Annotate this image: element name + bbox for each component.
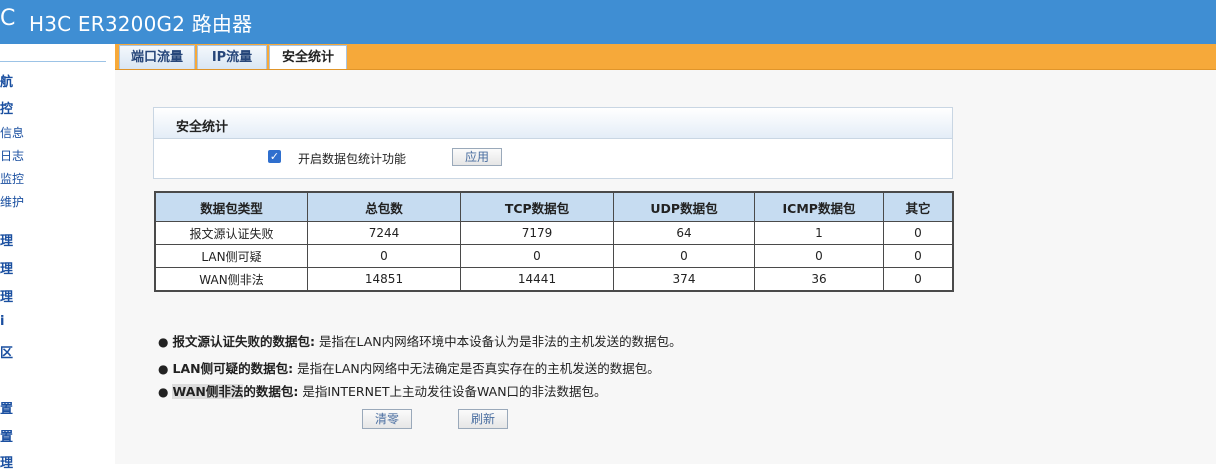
cell-icmp: 36 (754, 267, 884, 292)
sidebar-item-monitoring[interactable]: 监控 (0, 170, 24, 187)
top-header-bar: C H3C ER3200G2 路由器 (0, 0, 1216, 44)
sidebar-divider (0, 61, 106, 62)
packet-stats-table: 数据包类型 总包数 TCP数据包 UDP数据包 ICMP数据包 其它 报文源认证… (154, 191, 954, 292)
cell-other: 0 (883, 267, 954, 292)
table-header-row: 数据包类型 总包数 TCP数据包 UDP数据包 ICMP数据包 其它 (154, 191, 954, 222)
note-text: 是指在LAN内网络中无法确定是否真实存在的主机发送的数据包。 (293, 361, 660, 376)
cell-tcp: 14441 (460, 267, 614, 292)
note-term: 的数据包: (243, 384, 299, 399)
cell-icmp: 0 (754, 244, 884, 268)
security-stats-panel: 安全统计 ✓ 开启数据包统计功能 应用 (153, 107, 953, 179)
sidebar-item-wifi[interactable]: i (0, 314, 4, 329)
sidebar-item-config-1[interactable]: 置 (0, 398, 13, 417)
table-row: LAN侧可疑 0 0 0 0 0 (154, 244, 954, 268)
sidebar-item-mgmt-4[interactable]: 理 (0, 452, 13, 471)
bullet-icon: ● (158, 385, 169, 399)
tab-strip: 端口流量 IP流量 安全统计 (115, 44, 1216, 70)
sidebar-item-mgmt-1[interactable]: 理 (0, 230, 13, 249)
app-title: H3C ER3200G2 路由器 (29, 12, 253, 36)
cell-type: 报文源认证失败 (154, 221, 308, 245)
cell-total: 7244 (307, 221, 461, 245)
enable-stats-label: 开启数据包统计功能 (298, 152, 407, 166)
tab-security-stats[interactable]: 安全统计 (269, 45, 347, 69)
bullet-icon: ● (158, 362, 169, 376)
note-text: 是指INTERNET上主动发往设备WAN口的非法数据包。 (298, 384, 607, 399)
panel-title: 安全统计 (176, 120, 229, 135)
sidebar-item-config-2[interactable]: 置 (0, 426, 13, 445)
apply-button[interactable]: 应用 (452, 148, 502, 166)
note-wan-illegal: ● WAN侧非法的数据包: 是指INTERNET上主动发往设备WAN口的非法数据包… (158, 381, 607, 400)
col-header-type: 数据包类型 (154, 191, 308, 222)
table-row: WAN侧非法 14851 14441 374 36 0 (154, 267, 954, 292)
logo-fragment: C (0, 6, 16, 31)
sidebar-item-nav[interactable]: 航 (0, 71, 13, 90)
cell-udp: 374 (613, 267, 755, 292)
sidebar-item-log[interactable]: 日志 (0, 147, 24, 164)
cell-total: 0 (307, 244, 461, 268)
cell-tcp: 0 (460, 244, 614, 268)
col-header-udp: UDP数据包 (613, 191, 755, 222)
sidebar-item-maintain[interactable]: 维护 (0, 193, 24, 210)
enable-stats-checkbox[interactable]: ✓ (268, 150, 281, 163)
sidebar-nav: 航 控 信息 日志 监控 维护 理 理 理 i 区 置 置 理 (0, 44, 116, 471)
col-header-other: 其它 (883, 191, 954, 222)
table-row: 报文源认证失败 7244 7179 64 1 0 (154, 221, 954, 245)
sidebar-item-mgmt-3[interactable]: 理 (0, 286, 13, 305)
cell-type: LAN侧可疑 (154, 244, 308, 268)
cell-tcp: 7179 (460, 221, 614, 245)
col-header-tcp: TCP数据包 (460, 191, 614, 222)
cell-udp: 64 (613, 221, 755, 245)
tab-port-traffic[interactable]: 端口流量 (119, 45, 195, 69)
sidebar-item-mgmt-2[interactable]: 理 (0, 258, 13, 277)
cell-other: 0 (883, 244, 954, 268)
sidebar-item-zone[interactable]: 区 (0, 342, 13, 361)
note-lan-suspicious: ● LAN侧可疑的数据包: 是指在LAN内网络中无法确定是否真实存在的主机发送的数… (158, 358, 660, 377)
col-header-total: 总包数 (307, 191, 461, 222)
refresh-button[interactable]: 刷新 (458, 409, 508, 429)
cell-other: 0 (883, 221, 954, 245)
main-content: 安全统计 ✓ 开启数据包统计功能 应用 数据包类型 总包数 TCP数据包 UDP… (115, 70, 1216, 464)
panel-header: 安全统计 (154, 108, 952, 139)
col-header-icmp: ICMP数据包 (754, 191, 884, 222)
sidebar-item-monitor[interactable]: 控 (0, 98, 13, 117)
cell-udp: 0 (613, 244, 755, 268)
tab-ip-traffic[interactable]: IP流量 (197, 45, 267, 69)
note-term: 报文源认证失败的数据包: (172, 334, 315, 349)
bullet-icon: ● (158, 335, 169, 349)
note-auth-failed: ● 报文源认证失败的数据包: 是指在LAN内网络环境中本设备认为是非法的主机发送的… (158, 331, 682, 350)
sidebar-item-info[interactable]: 信息 (0, 124, 24, 141)
note-term-highlight: WAN侧非法 (172, 384, 244, 399)
cell-total: 14851 (307, 267, 461, 292)
cell-type: WAN侧非法 (154, 267, 308, 292)
note-term: LAN侧可疑的数据包: (172, 361, 294, 376)
note-text: 是指在LAN内网络环境中本设备认为是非法的主机发送的数据包。 (314, 334, 682, 349)
clear-button[interactable]: 清零 (362, 409, 412, 429)
cell-icmp: 1 (754, 221, 884, 245)
